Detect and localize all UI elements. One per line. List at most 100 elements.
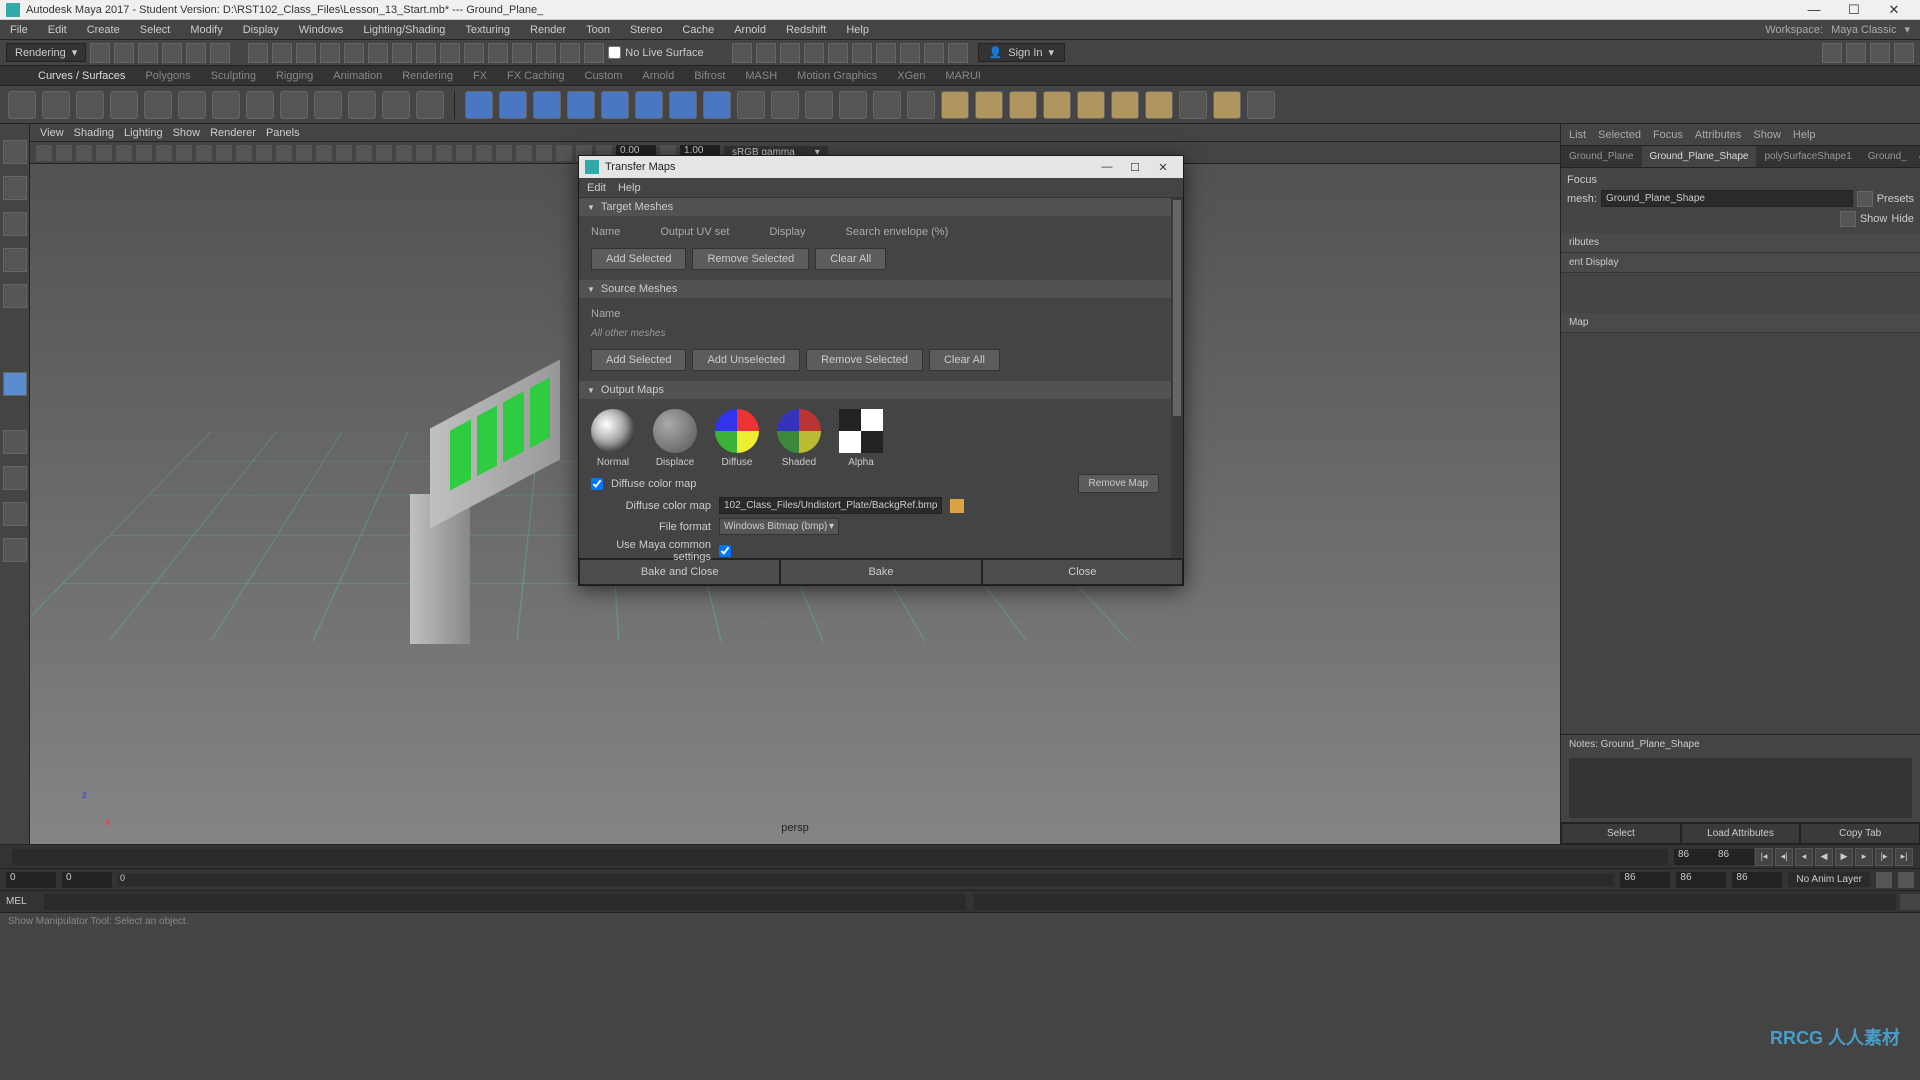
- ae-tab[interactable]: Ground_Plane: [1561, 146, 1642, 167]
- ae-show-icon[interactable]: [1840, 211, 1856, 227]
- vp-icon[interactable]: [516, 145, 532, 161]
- menu-create[interactable]: Create: [77, 20, 130, 39]
- vp-icon[interactable]: [216, 145, 232, 161]
- dialog-menu-edit[interactable]: Edit: [587, 182, 606, 194]
- vp-icon[interactable]: [536, 145, 552, 161]
- vp-icon[interactable]: [116, 145, 132, 161]
- map-normal[interactable]: Normal: [591, 409, 635, 468]
- range-start-input[interactable]: 0: [6, 872, 56, 888]
- shelf-surface-icon[interactable]: [1009, 91, 1037, 119]
- toolbar-icon[interactable]: [584, 43, 604, 63]
- signin-dropdown[interactable]: 👤 Sign In ▾: [978, 43, 1065, 62]
- dialog-menu-help[interactable]: Help: [618, 182, 641, 194]
- menu-display[interactable]: Display: [233, 20, 289, 39]
- vp-icon[interactable]: [496, 145, 512, 161]
- shelf-tab-animation[interactable]: Animation: [323, 66, 392, 85]
- shelf-tab-bifrost[interactable]: Bifrost: [684, 66, 735, 85]
- toolbar-icon[interactable]: [828, 43, 848, 63]
- undo-icon[interactable]: [186, 43, 206, 63]
- dialog-minimize[interactable]: —: [1093, 157, 1121, 177]
- shelf-curve-icon[interactable]: [76, 91, 104, 119]
- shelf-pencil-icon[interactable]: [110, 91, 138, 119]
- shelf-surface-icon[interactable]: [873, 91, 901, 119]
- shelf-tab-rigging[interactable]: Rigging: [266, 66, 323, 85]
- shelf-square-icon[interactable]: [42, 91, 70, 119]
- new-scene-icon[interactable]: [114, 43, 134, 63]
- vp-menu-renderer[interactable]: Renderer: [210, 127, 256, 139]
- range-end-input2[interactable]: 86: [1732, 872, 1782, 888]
- shelf-surface-icon[interactable]: [1043, 91, 1071, 119]
- section-source-meshes[interactable]: ▼ Source Meshes: [579, 280, 1183, 298]
- map-diffuse[interactable]: Diffuse: [715, 409, 759, 468]
- menu-edit[interactable]: Edit: [38, 20, 77, 39]
- ae-menu-help[interactable]: Help: [1793, 129, 1816, 141]
- shelf-surface-icon[interactable]: [1213, 91, 1241, 119]
- current-frame-display[interactable]: 86: [1714, 849, 1754, 865]
- panel-layout-icon[interactable]: [1894, 43, 1914, 63]
- ae-select-button[interactable]: Select: [1561, 823, 1681, 844]
- script-editor-icon[interactable]: [1900, 894, 1920, 910]
- ipr-render-icon[interactable]: [756, 43, 776, 63]
- select-tool-icon[interactable]: [3, 140, 27, 164]
- menu-help[interactable]: Help: [836, 20, 879, 39]
- target-clear-all-button[interactable]: Clear All: [815, 248, 886, 270]
- menu-arnold[interactable]: Arnold: [724, 20, 776, 39]
- toolbar-icon[interactable]: [392, 43, 412, 63]
- shelf-cylinder-icon[interactable]: [533, 91, 561, 119]
- shelf-surface-icon[interactable]: [975, 91, 1003, 119]
- vp-icon[interactable]: [196, 145, 212, 161]
- vp-icon[interactable]: [416, 145, 432, 161]
- shelf-tab-motion[interactable]: Motion Graphics: [787, 66, 887, 85]
- vp-icon[interactable]: [336, 145, 352, 161]
- toolbar-icon[interactable]: [90, 43, 110, 63]
- target-remove-selected-button[interactable]: Remove Selected: [692, 248, 809, 270]
- vp-icon[interactable]: [236, 145, 252, 161]
- menu-redshift[interactable]: Redshift: [776, 20, 836, 39]
- ae-presets-icon[interactable]: [1857, 191, 1873, 207]
- dialog-titlebar[interactable]: Transfer Maps — ☐ ✕: [579, 156, 1183, 178]
- vp-icon[interactable]: [316, 145, 332, 161]
- prefs-icon[interactable]: [1898, 872, 1914, 888]
- toolbar-icon[interactable]: [560, 43, 580, 63]
- mode-dropdown[interactable]: Rendering▾: [6, 43, 86, 62]
- render-icon[interactable]: [732, 43, 752, 63]
- shelf-cone-icon[interactable]: [567, 91, 595, 119]
- shelf-surface-icon[interactable]: [703, 91, 731, 119]
- toolbar-icon[interactable]: [852, 43, 872, 63]
- vp-icon[interactable]: [36, 145, 52, 161]
- menu-texturing[interactable]: Texturing: [455, 20, 520, 39]
- vp-icon[interactable]: [456, 145, 472, 161]
- window-minimize[interactable]: —: [1794, 0, 1834, 20]
- time-track[interactable]: [12, 849, 1668, 865]
- shelf-tab-fxcaching[interactable]: FX Caching: [497, 66, 574, 85]
- vp-icon[interactable]: [76, 145, 92, 161]
- vp-icon[interactable]: [376, 145, 392, 161]
- vp-icon[interactable]: [296, 145, 312, 161]
- shelf-curve-icon[interactable]: [280, 91, 308, 119]
- no-live-surface[interactable]: No Live Surface: [608, 46, 703, 59]
- shelf-tab-rendering[interactable]: Rendering: [392, 66, 463, 85]
- tab-scroll-left-icon[interactable]: ◂: [1915, 150, 1920, 163]
- toolbar-icon[interactable]: [488, 43, 508, 63]
- shelf-tab-curves[interactable]: Curves / Surfaces: [28, 66, 135, 85]
- rotate-tool-icon[interactable]: [3, 248, 27, 272]
- ae-menu-show[interactable]: Show: [1753, 129, 1781, 141]
- map-displace[interactable]: Displace: [653, 409, 697, 468]
- shelf-tab-polygons[interactable]: Polygons: [135, 66, 200, 85]
- menu-lighting-shading[interactable]: Lighting/Shading: [353, 20, 455, 39]
- lasso-tool-icon[interactable]: [3, 176, 27, 200]
- dialog-scrollbar[interactable]: [1171, 198, 1183, 558]
- save-scene-icon[interactable]: [162, 43, 182, 63]
- ae-menu-attributes[interactable]: Attributes: [1695, 129, 1741, 141]
- ae-show-button[interactable]: Show: [1860, 213, 1888, 225]
- vp-icon[interactable]: [176, 145, 192, 161]
- menu-cache[interactable]: Cache: [672, 20, 724, 39]
- section-output-maps[interactable]: ▼ Output Maps: [579, 381, 1183, 399]
- range-inner-start-input[interactable]: 0: [62, 872, 112, 888]
- shelf-surface-icon[interactable]: [1145, 91, 1173, 119]
- window-maximize[interactable]: ☐: [1834, 0, 1874, 20]
- toolbar-icon[interactable]: [440, 43, 460, 63]
- shelf-sphere-icon[interactable]: [465, 91, 493, 119]
- ae-focus-button[interactable]: Focus: [1567, 174, 1605, 186]
- menu-render[interactable]: Render: [520, 20, 576, 39]
